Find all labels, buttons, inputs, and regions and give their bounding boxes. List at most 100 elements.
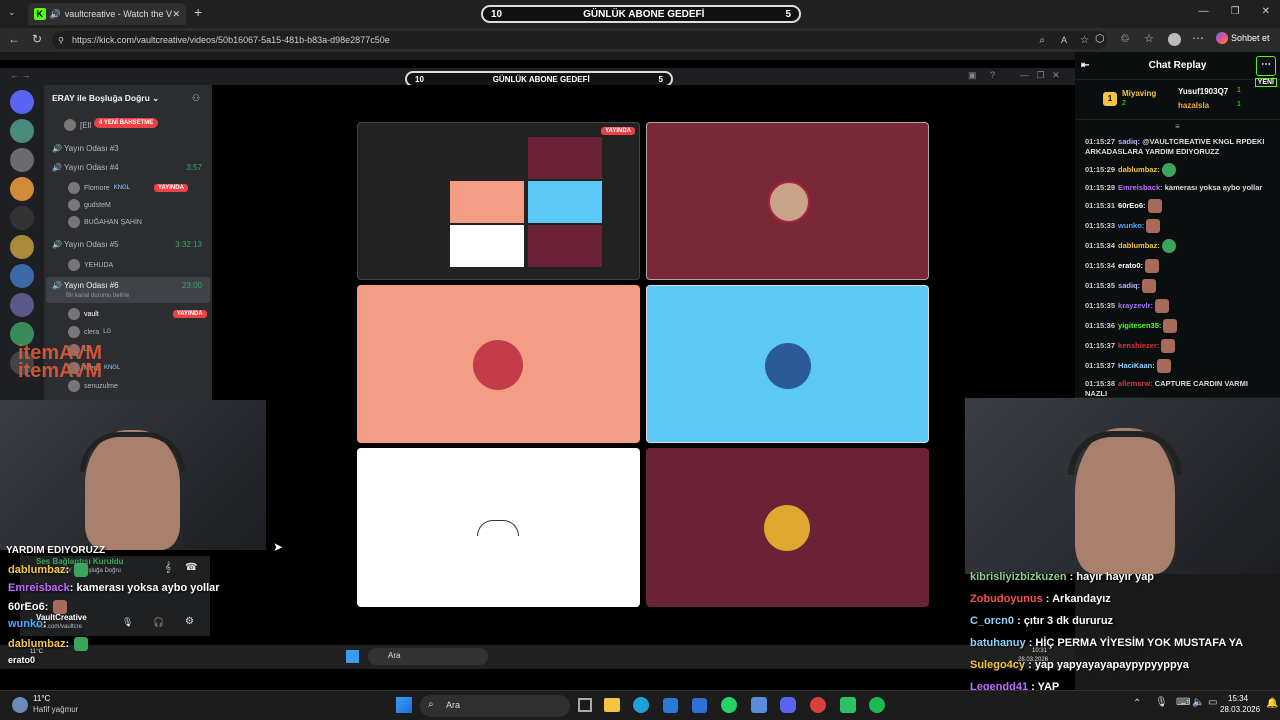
- voice-user[interactable]: YEHUDA: [68, 259, 113, 271]
- inner-start-icon[interactable]: [346, 650, 359, 663]
- tray-chevron-icon[interactable]: ⌃: [1133, 698, 1141, 709]
- mail-icon[interactable]: [692, 698, 707, 713]
- profile-avatar[interactable]: [1168, 33, 1181, 46]
- add-user-icon[interactable]: ⚇: [192, 93, 200, 104]
- notification-icon[interactable]: 🔔: [1266, 698, 1278, 709]
- voice-user[interactable]: Flomore KNGL YAYINDA: [68, 182, 188, 194]
- discord-home-icon[interactable]: [10, 90, 34, 114]
- site-info-icon[interactable]: ⚲: [58, 36, 64, 45]
- discord-back-icon[interactable]: ← →: [10, 70, 31, 80]
- extensions-icon[interactable]: ⬡: [1095, 32, 1105, 45]
- chat-user[interactable]: krayzevlr:: [1118, 301, 1153, 310]
- chat-user[interactable]: dablumbaz:: [1118, 165, 1160, 174]
- start-icon[interactable]: [396, 697, 412, 713]
- chat-user[interactable]: Emreisback:: [1118, 183, 1163, 192]
- channel-room-6[interactable]: 🔊 Yayın Odası #6 23:00: [52, 281, 202, 290]
- settings-icon[interactable]: ⚙: [185, 616, 194, 627]
- battery-icon[interactable]: ▭: [1208, 697, 1217, 708]
- search-box[interactable]: ⌕ Ara: [420, 695, 570, 717]
- chat-user[interactable]: HaciKaan:: [1118, 361, 1155, 370]
- voice-tile[interactable]: [646, 122, 929, 280]
- discord-inbox-icon[interactable]: ▣: [968, 70, 977, 81]
- inner-search[interactable]: Ara: [368, 648, 488, 665]
- server-icon[interactable]: [10, 235, 34, 259]
- discord-icon[interactable]: [780, 697, 796, 713]
- voice-user[interactable]: vault YAYINDA: [68, 308, 207, 320]
- channel-room-4[interactable]: 🔊 Yayın Odası #4 3:57: [52, 163, 202, 172]
- maximize-icon[interactable]: ❐: [1231, 6, 1240, 17]
- zoom-icon[interactable]: ⌕: [1039, 35, 1045, 46]
- volume-icon[interactable]: 🔈: [1192, 697, 1204, 708]
- server-icon[interactable]: [10, 119, 34, 143]
- expand-gifters-icon[interactable]: ≡: [1075, 122, 1280, 131]
- voice-user[interactable]: gudsteM: [68, 199, 111, 211]
- server-icon[interactable]: [10, 206, 34, 230]
- soundboard-icon[interactable]: 𝄞: [165, 562, 171, 573]
- clock-time[interactable]: 15:34: [1228, 694, 1248, 703]
- chat-user[interactable]: sadiq:: [1118, 137, 1140, 146]
- chat-menu-button[interactable]: ⋯: [1256, 56, 1276, 76]
- gifter-name[interactable]: Yusuf1903Q7: [1178, 87, 1228, 96]
- collections-icon[interactable]: ♲: [1120, 32, 1130, 45]
- app-icon[interactable]: [840, 697, 856, 713]
- chat-user[interactable]: erato0:: [1118, 261, 1143, 270]
- voice-user[interactable]: BUĞAHAN ŞAHİN: [68, 216, 142, 228]
- task-view-icon[interactable]: [578, 698, 592, 712]
- stream-tile-screen[interactable]: YAYINDA: [357, 122, 640, 280]
- server-icon[interactable]: [10, 293, 34, 317]
- more-menu-icon[interactable]: ⋯: [1192, 31, 1204, 45]
- file-explorer-icon[interactable]: [604, 698, 620, 712]
- tab-menu-icon[interactable]: ⌄: [8, 7, 16, 18]
- chat-user[interactable]: allemsrw:: [1118, 379, 1153, 388]
- app-icon[interactable]: [810, 697, 826, 713]
- spotify-icon[interactable]: [869, 697, 885, 713]
- channel-room-5[interactable]: 🔊 Yayın Odası #5 3:32:13: [52, 240, 202, 249]
- minimize-icon[interactable]: —: [1199, 6, 1209, 17]
- url-field[interactable]: ⚲ https://kick.com/vaultcreative/videos/…: [52, 31, 1107, 49]
- server-name[interactable]: ERAY ile Boşluğa Doğru ⌄: [52, 93, 159, 104]
- disconnect-icon[interactable]: ☎: [185, 562, 197, 573]
- mic-icon[interactable]: 🎙: [1155, 697, 1168, 708]
- collapse-chat-icon[interactable]: ⇤: [1081, 60, 1089, 71]
- tab-close-icon[interactable]: ✕: [172, 9, 180, 20]
- copilot-button[interactable]: Sohbet et: [1216, 32, 1270, 44]
- new-tab-button[interactable]: +: [194, 4, 202, 20]
- channel-room-3[interactable]: 🔊 Yayın Odası #3: [52, 144, 119, 153]
- back-icon[interactable]: ←: [8, 32, 20, 46]
- gifter-name[interactable]: Miyaving: [1122, 89, 1156, 98]
- chat-user[interactable]: 60rEo6:: [1118, 201, 1146, 210]
- chat-user[interactable]: yigitesen35:: [1118, 321, 1161, 330]
- chat-user[interactable]: dablumbaz:: [1118, 241, 1160, 250]
- new-mentions-badge[interactable]: 4 YENİ BAHSETME: [94, 118, 159, 128]
- edge-icon[interactable]: [633, 697, 649, 713]
- chat-time: 01:15:27: [1085, 137, 1116, 146]
- voice-tile[interactable]: [357, 448, 640, 607]
- chat-user[interactable]: sadiq:: [1118, 281, 1140, 290]
- network-icon[interactable]: ⌨: [1176, 697, 1190, 708]
- read-aloud-icon[interactable]: A: [1061, 35, 1067, 45]
- voice-tile[interactable]: [646, 448, 929, 607]
- server-icon[interactable]: [10, 148, 34, 172]
- app-icon[interactable]: [751, 697, 767, 713]
- favorite-icon[interactable]: ☆: [1080, 35, 1089, 46]
- clock-date[interactable]: 28.03.2026: [1220, 705, 1260, 714]
- deafen-icon[interactable]: 🎧: [153, 617, 164, 628]
- chat-user[interactable]: wunko:: [1118, 221, 1144, 230]
- close-window-icon[interactable]: ✕: [1262, 6, 1270, 17]
- channel-status[interactable]: Bir kanal durumu belirle: [66, 293, 129, 299]
- discord-help-icon[interactable]: ?: [990, 70, 995, 80]
- favorites-bar-icon[interactable]: ☆: [1144, 32, 1154, 45]
- voice-tile[interactable]: [646, 285, 929, 443]
- server-icon[interactable]: [10, 177, 34, 201]
- refresh-icon[interactable]: ↻: [32, 32, 42, 46]
- voice-tile[interactable]: [357, 285, 640, 443]
- store-icon[interactable]: [663, 698, 678, 713]
- chat-user[interactable]: kenshiezer:: [1118, 341, 1159, 350]
- whatsapp-icon[interactable]: [721, 697, 737, 713]
- mute-icon[interactable]: 🎙: [122, 617, 133, 628]
- truncated-user: [Ell: [80, 120, 92, 130]
- server-icon[interactable]: [10, 264, 34, 288]
- gifter-name[interactable]: hazalsla: [1178, 101, 1209, 110]
- voice-user[interactable]: clera LG: [68, 326, 111, 338]
- browser-tab[interactable]: K 🔊 vaultcreative - Watch the VOD ✕: [28, 3, 186, 25]
